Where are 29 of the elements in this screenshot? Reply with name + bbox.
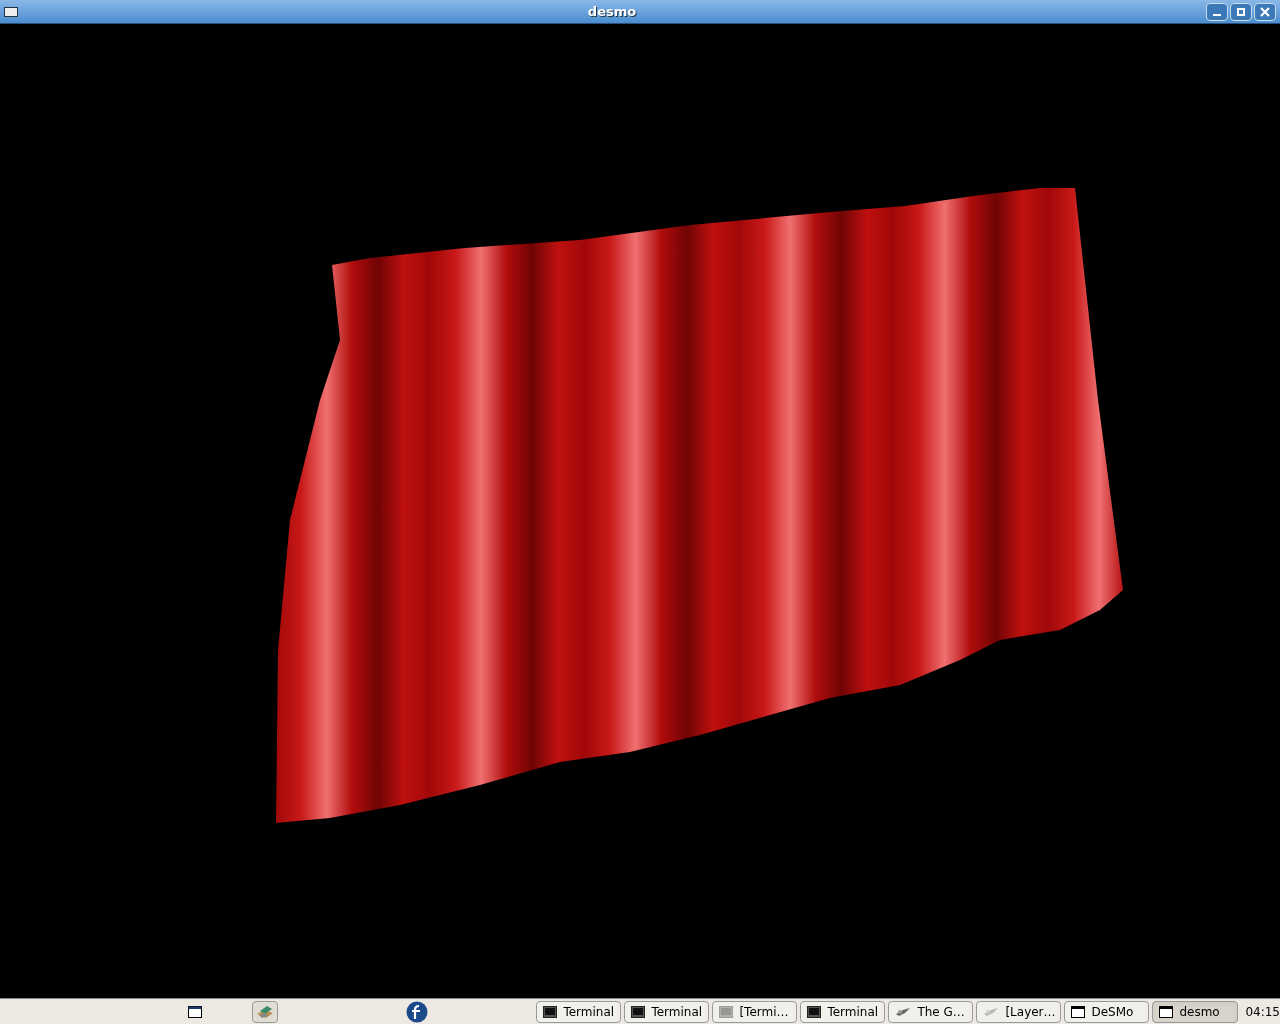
taskbar-button[interactable]: Terminal [536, 1000, 622, 1023]
terminal-icon [631, 1005, 646, 1018]
brush-icon [895, 1006, 912, 1017]
window-title: desmo [587, 2, 637, 21]
terminal-icon [719, 1005, 734, 1018]
window-icon [1159, 1005, 1174, 1018]
close-icon [1260, 6, 1270, 17]
minimize-button[interactable] [1206, 2, 1228, 21]
stacked-sheets-icon [256, 1004, 274, 1019]
taskbar-button[interactable]: desmo [1152, 1000, 1239, 1023]
window-icon [1071, 1005, 1086, 1018]
workspace-switcher-button[interactable] [252, 1000, 278, 1023]
taskbar-button[interactable]: Terminal [800, 1000, 886, 1023]
brush-icon [983, 1006, 1000, 1017]
taskbar-button[interactable]: The G… [888, 1000, 974, 1023]
fedora-logo-icon[interactable] [406, 1000, 428, 1023]
show-desktop-icon[interactable] [188, 1005, 202, 1018]
terminal-icon [807, 1005, 822, 1018]
terminal-icon [543, 1005, 558, 1018]
taskbar-button[interactable]: [Termi… [712, 1000, 798, 1023]
maximize-button[interactable] [1230, 2, 1252, 21]
close-button[interactable] [1254, 2, 1276, 21]
taskbar-button[interactable]: Terminal [624, 1000, 710, 1023]
minimize-icon [1213, 14, 1221, 16]
window-menu-icon[interactable] [4, 6, 18, 17]
taskbar-button[interactable]: DeSMo [1064, 1000, 1150, 1023]
clock: 04:15 [1245, 1003, 1280, 1021]
maximize-icon [1236, 6, 1246, 17]
taskbar-button[interactable]: [Layer… [976, 1000, 1062, 1023]
